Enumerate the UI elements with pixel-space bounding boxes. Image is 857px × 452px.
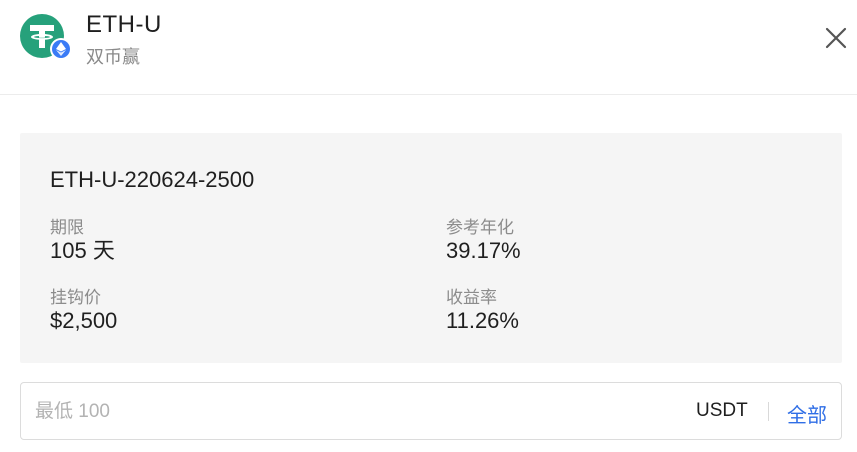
stat-target-price: 挂钩价 $2,500	[50, 288, 117, 334]
divider	[768, 402, 769, 421]
amount-field: USDT 全部	[20, 382, 842, 441]
close-icon[interactable]	[823, 25, 849, 51]
stat-label: 期限	[50, 218, 84, 237]
stat-value: $2,500	[50, 308, 118, 333]
product-title: ETH-U	[86, 11, 162, 38]
product-subtitle: 双币赢	[86, 47, 140, 67]
stat-term: 期限 105 天	[50, 218, 115, 264]
coin-logo	[20, 14, 72, 60]
ethereum-icon	[50, 38, 72, 60]
product-code: ETH-U-220624-2500	[50, 167, 255, 192]
dialog-header: ETH-U 双币赢	[0, 0, 857, 95]
stat-label: 收益率	[446, 288, 497, 307]
currency-unit: USDT	[696, 400, 748, 421]
stat-value: 39.17%	[446, 238, 521, 263]
amount-input[interactable]	[33, 383, 677, 441]
max-amount-button[interactable]: 全部	[787, 399, 827, 428]
stat-value: 11.26%	[446, 308, 519, 333]
stat-label: 参考年化	[446, 218, 514, 237]
product-detail-card: ETH-U-220624-2500 期限 105 天 参考年化 39.17% 挂…	[20, 133, 842, 363]
stat-label: 挂钩价	[50, 288, 101, 307]
stat-yield: 收益率 11.26%	[446, 288, 519, 334]
stat-reference-apy: 参考年化 39.17%	[446, 218, 521, 264]
stat-value: 105 天	[50, 238, 115, 263]
